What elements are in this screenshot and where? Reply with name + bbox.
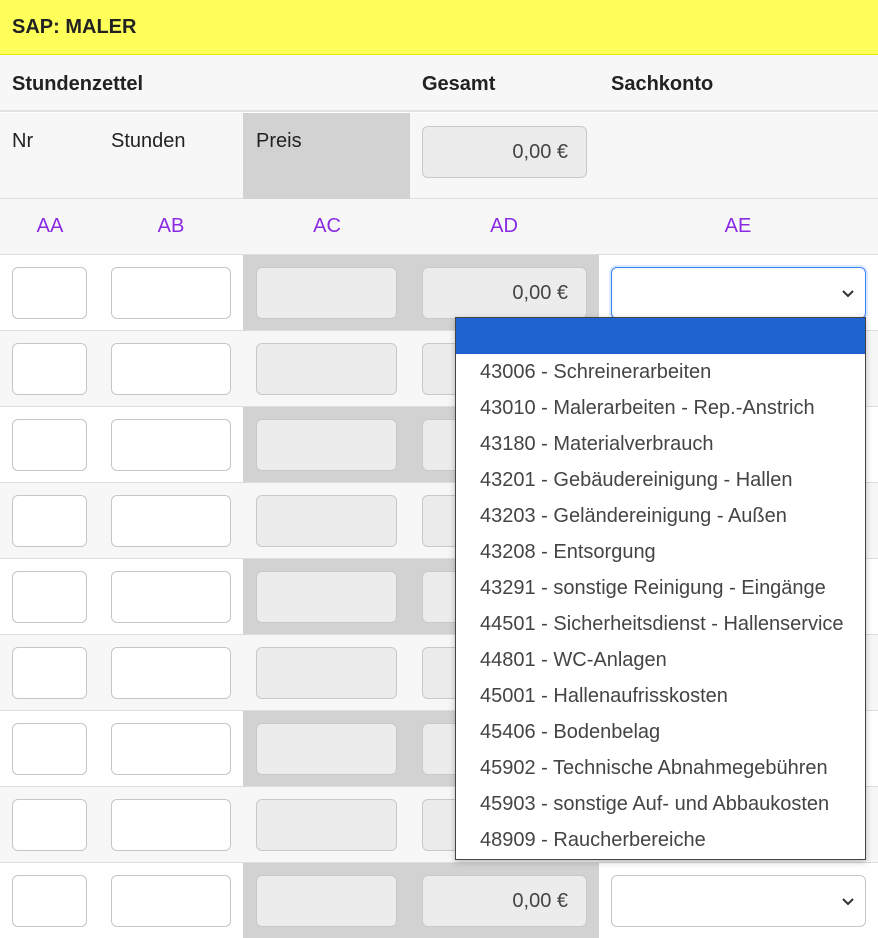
dropdown-option[interactable]: 45001 - Hallenaufrisskosten <box>456 678 865 714</box>
stunden-input[interactable] <box>111 419 231 471</box>
stunden-input[interactable] <box>111 799 231 851</box>
dropdown-option[interactable]: 43006 - Schreinerarbeiten <box>456 354 865 390</box>
nr-input[interactable] <box>12 647 87 699</box>
gesamt-total-field: 0,00 € <box>422 126 587 178</box>
preis-field <box>256 419 397 471</box>
nr-input[interactable] <box>12 799 87 851</box>
dropdown-option[interactable]: 45902 - Technische Abnahmegebühren <box>456 750 865 786</box>
stunden-input[interactable] <box>111 723 231 775</box>
column-letter-ad: AD <box>490 215 518 237</box>
dropdown-option[interactable]: 48909 - Raucherbereiche <box>456 822 865 858</box>
stunden-input[interactable] <box>111 647 231 699</box>
preis-label: Preis <box>256 130 302 152</box>
chevron-down-icon <box>842 290 854 298</box>
nr-input[interactable] <box>12 343 87 395</box>
preis-field <box>256 799 397 851</box>
stunden-input[interactable] <box>111 267 231 319</box>
preis-field <box>256 875 397 927</box>
nr-label: Nr <box>12 130 34 152</box>
table-row: 0,00 € <box>0 863 878 938</box>
dropdown-option[interactable]: 44501 - Sicherheitsdienst - Hallenservic… <box>456 606 865 642</box>
dropdown-option[interactable]: 43010 - Malerarbeiten - Rep.-Anstrich <box>456 390 865 426</box>
gesamt-field: 0,00 € <box>422 875 587 927</box>
title-bar: SAP: MALER <box>0 0 878 55</box>
column-letter-aa: AA <box>36 215 64 237</box>
sub-header: Nr Stunden Preis 0,00 € <box>0 113 878 199</box>
preis-header-cell <box>243 113 410 199</box>
nr-input[interactable] <box>12 419 87 471</box>
nr-input[interactable] <box>12 571 87 623</box>
nr-input[interactable] <box>12 875 87 927</box>
dropdown-option[interactable]: 45903 - sonstige Auf- und Abbaukosten <box>456 786 865 822</box>
column-letter-ae: AE <box>724 215 752 237</box>
stunden-input[interactable] <box>111 875 231 927</box>
section-header: Stundenzettel Gesamt Sachkonto <box>0 55 878 112</box>
stunden-label: Stunden <box>111 130 186 152</box>
preis-field <box>256 343 397 395</box>
dropdown-option[interactable]: 43203 - Geländereinigung - Außen <box>456 498 865 534</box>
preis-field <box>256 495 397 547</box>
preis-field <box>256 647 397 699</box>
dropdown-option[interactable]: 43201 - Gebäudereinigung - Hallen <box>456 462 865 498</box>
nr-input[interactable] <box>12 267 87 319</box>
gesamt-heading: Gesamt <box>422 73 496 95</box>
stundenzettel-heading: Stundenzettel <box>12 73 144 95</box>
stunden-input[interactable] <box>111 571 231 623</box>
sachkonto-heading: Sachkonto <box>611 73 714 95</box>
stunden-input[interactable] <box>111 495 231 547</box>
sachkonto-select[interactable] <box>611 875 866 927</box>
dropdown-option[interactable]: 43291 - sonstige Reinigung - Eingänge <box>456 570 865 606</box>
sachkonto-dropdown-list[interactable]: 43006 - Schreinerarbeiten 43010 - Malerar… <box>455 317 866 860</box>
sachkonto-select[interactable] <box>611 267 866 319</box>
gesamt-field: 0,00 € <box>422 267 587 319</box>
column-letter-ab: AB <box>157 215 185 237</box>
nr-input[interactable] <box>12 723 87 775</box>
column-letter-ac: AC <box>313 215 341 237</box>
nr-input[interactable] <box>12 495 87 547</box>
dropdown-option[interactable]: 44801 - WC-Anlagen <box>456 642 865 678</box>
preis-field <box>256 571 397 623</box>
dropdown-option[interactable]: 45406 - Bodenbelag <box>456 714 865 750</box>
chevron-down-icon <box>842 898 854 906</box>
dropdown-option[interactable]: 43208 - Entsorgung <box>456 534 865 570</box>
preis-field <box>256 723 397 775</box>
dropdown-option[interactable]: 43180 - Materialverbrauch <box>456 426 865 462</box>
page-title: SAP: MALER <box>12 16 137 38</box>
stunden-input[interactable] <box>111 343 231 395</box>
dropdown-option-empty-selected[interactable] <box>456 318 865 354</box>
preis-field <box>256 267 397 319</box>
column-letters-row: AA AB AC AD AE <box>0 199 878 255</box>
